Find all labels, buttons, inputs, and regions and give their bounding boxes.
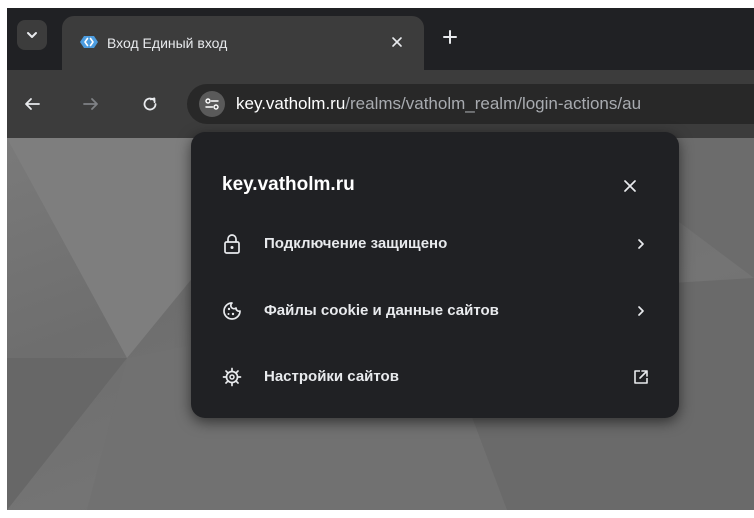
arrow-left-icon — [25, 98, 40, 110]
toolbar: key.vatholm.ru/realms/vatholm_realm/logi… — [7, 70, 754, 138]
tab-search-button[interactable] — [17, 20, 47, 50]
reload-icon — [143, 97, 157, 111]
keycloak-logo-icon — [80, 36, 98, 48]
url-text[interactable]: key.vatholm.ru/realms/vatholm_realm/logi… — [236, 94, 641, 114]
browser-window: Вход Единый вход key.vatholm.ru/realms/v… — [7, 8, 754, 510]
site-info-button[interactable] — [199, 91, 225, 117]
forward-button[interactable] — [79, 92, 103, 116]
open-external-icon — [634, 370, 648, 384]
address-bar[interactable]: key.vatholm.ru/realms/vatholm_realm/logi… — [187, 84, 754, 124]
menu-item-site-settings[interactable]: Настройки сайтов — [207, 355, 665, 399]
reload-button[interactable] — [138, 92, 162, 116]
close-icon — [392, 37, 402, 47]
popup-title: key.vatholm.ru — [222, 174, 355, 195]
cookie-icon — [223, 302, 241, 320]
chevron-right-icon — [638, 306, 644, 316]
menu-item-label: Настройки сайтов — [264, 368, 399, 385]
tab-active[interactable]: Вход Единый вход — [62, 16, 424, 70]
chevron-down-icon — [27, 32, 37, 38]
menu-item-cookies[interactable]: Файлы cookie и данные сайтов — [207, 289, 665, 333]
site-info-popup: key.vatholm.ru Подключение защищено Файл… — [191, 132, 679, 418]
chevron-right-icon — [638, 239, 644, 249]
lock-icon — [224, 234, 240, 254]
menu-item-label: Подключение защищено — [264, 235, 448, 252]
menu-item-connection-secure[interactable]: Подключение защищено — [207, 222, 665, 266]
tab-title: Вход Единый вход — [107, 35, 228, 51]
tab-close-button[interactable] — [387, 32, 407, 52]
close-icon — [624, 180, 636, 192]
plus-icon — [443, 30, 457, 44]
tab-strip: Вход Единый вход — [7, 8, 754, 70]
popup-close-button[interactable] — [619, 175, 641, 197]
menu-item-label: Файлы cookie и данные сайтов — [264, 302, 499, 319]
url-host: key.vatholm.ru — [236, 94, 346, 113]
arrow-right-icon — [83, 98, 98, 110]
back-button[interactable] — [20, 92, 44, 116]
tune-icon — [205, 98, 219, 110]
new-tab-button[interactable] — [437, 24, 463, 50]
url-path: /realms/vatholm_realm/login-actions/au — [345, 94, 642, 113]
gear-icon — [222, 367, 242, 387]
